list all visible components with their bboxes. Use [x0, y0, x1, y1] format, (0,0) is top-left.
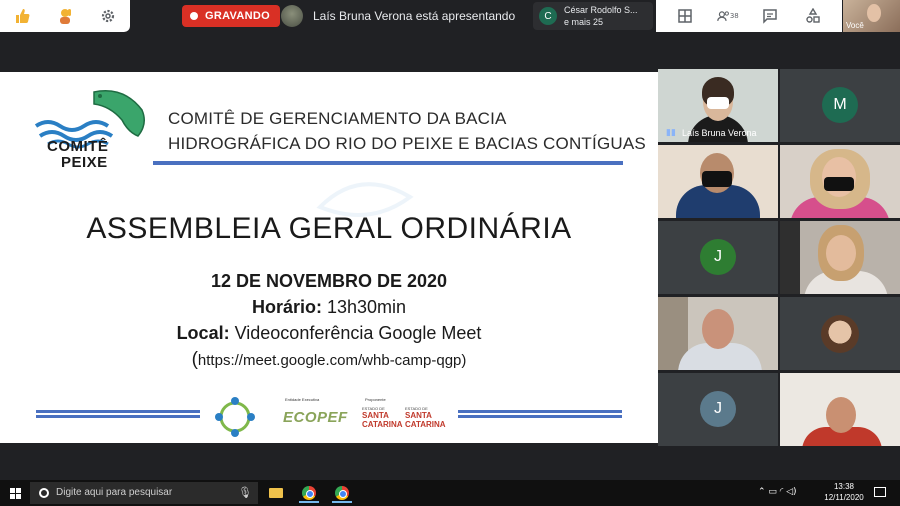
raise-hand-icon[interactable]: [54, 5, 76, 27]
participant-tile-man-mask[interactable]: [658, 145, 778, 218]
ecopef-logo-text: ECOPEF: [283, 409, 348, 426]
activities-icon[interactable]: [802, 5, 824, 27]
slide-title: ASSEMBLEIA GERAL ORDINÁRIA: [86, 212, 572, 245]
top-bar: GRAVANDO Laís Bruna Verona está apresent…: [0, 0, 900, 32]
participant-tile-woman-glasses[interactable]: [780, 221, 900, 294]
chip-name: César Rodolfo S...: [564, 5, 638, 15]
participant-tile-m[interactable]: M: [780, 69, 900, 142]
top-left-controls: [0, 0, 130, 32]
participant-tile-j1[interactable]: J: [658, 221, 778, 294]
logo-text-peixe: PEIXE: [61, 154, 108, 171]
search-icon: [39, 488, 49, 498]
gear-icon[interactable]: [97, 5, 119, 27]
footer-stripe-right: [458, 410, 622, 421]
time-value: 13h30min: [326, 297, 407, 317]
avatar-j: J: [700, 239, 736, 275]
participant-tile-man-red[interactable]: [780, 373, 900, 446]
slide-meet-link: (https://meet.google.com/whb-camp-qgp): [0, 349, 658, 371]
file-explorer-icon[interactable]: [262, 483, 290, 503]
exec-entity-label: Entidade Executiva: [285, 397, 320, 402]
sc2-name2: CATARINA: [405, 420, 446, 429]
self-view-tile[interactable]: Você: [843, 0, 900, 32]
participant-tile-woman-blonde[interactable]: [780, 145, 900, 218]
presentation-slide: COMITÊ PEIXE COMITÊ DE GERENCIAMENTO DA …: [0, 72, 658, 443]
sc1-name2: CATARINA: [362, 420, 403, 429]
chrome-icon[interactable]: [295, 483, 323, 503]
logo-text-comite: COMITÊ: [47, 138, 109, 155]
participant-tile-photo[interactable]: [780, 297, 900, 370]
org-name-line2: HIDROGRÁFICA DO RIO DO PEIXE E BACIAS CO…: [168, 134, 646, 153]
chrome-icon-2[interactable]: [328, 483, 356, 503]
meet-window: GRAVANDO Laís Bruna Verona está apresent…: [0, 0, 900, 506]
chat-icon[interactable]: [759, 5, 781, 27]
time-label: Horário:: [251, 297, 322, 317]
place-value: Videoconferência Google Meet: [234, 323, 482, 343]
avatar-j2: J: [700, 391, 736, 427]
partner-logo-circle: [215, 397, 255, 437]
org-name-line1: COMITÊ DE GERENCIAMENTO DA BACIA: [168, 109, 507, 128]
notification-icon[interactable]: [874, 487, 886, 497]
place-label: Local:: [176, 323, 230, 343]
chip-avatar: C: [539, 7, 557, 25]
search-placeholder: Digite aqui para pesquisar: [56, 487, 173, 498]
slide-place: Local: Videoconferência Google Meet: [0, 323, 658, 344]
participant-name: Laís Bruna Verona: [682, 128, 757, 138]
participant-tile-j2[interactable]: J: [658, 373, 778, 446]
self-label: Você: [846, 21, 864, 30]
taskbar-search[interactable]: Digite aqui para pesquisar 🎙: [30, 482, 258, 504]
sc-logo-2: ESTADO DE SANTA CATARINA: [405, 406, 447, 432]
slide-time: Horário: 13h30min: [0, 297, 658, 318]
participant-photo-avatar: [821, 315, 859, 353]
taskbar-date[interactable]: 12/11/2020: [823, 493, 865, 502]
system-tray-icons[interactable]: ⌃ ▭ ◜ ◁): [758, 487, 797, 497]
link-paren-close: ): [461, 352, 467, 369]
meet-link-text: https://meet.google.com/whb-camp-qgp: [197, 352, 462, 369]
participant-tile-presenter[interactable]: ▮▮ Laís Bruna Verona: [658, 69, 778, 142]
thumbs-up-icon[interactable]: [11, 5, 33, 27]
people-icon[interactable]: 38: [716, 5, 739, 27]
top-right-controls: 38: [656, 0, 842, 32]
proponent-label: Proponente: [365, 397, 386, 402]
chip-more: e mais 25: [564, 17, 604, 27]
slide-date: 12 DE NOVEMBRO DE 2020: [210, 271, 448, 291]
sc-logo-1: ESTADO DE SANTA CATARINA: [362, 406, 404, 432]
presenter-status-text: Laís Bruna Verona está apresentando: [313, 9, 516, 23]
record-dot-icon: [190, 12, 198, 20]
recording-label: GRAVANDO: [205, 10, 270, 22]
self-face: [867, 4, 881, 22]
footer-stripe-left: [36, 410, 200, 421]
sc1-name1: SANTA: [362, 411, 389, 420]
org-underline: [153, 161, 623, 165]
participant-tile-man-office[interactable]: [658, 297, 778, 370]
presenter-avatar: [281, 5, 303, 27]
recording-badge: GRAVANDO: [182, 5, 280, 27]
avatar-m: M: [822, 87, 858, 123]
sc2-name1: SANTA: [405, 411, 432, 420]
taskbar-time[interactable]: 13:38: [830, 482, 858, 491]
grid-view-icon[interactable]: [674, 5, 696, 27]
participants-chip[interactable]: C César Rodolfo S... e mais 25: [533, 2, 653, 30]
windows-start-icon[interactable]: [10, 488, 21, 499]
microphone-icon[interactable]: 🎙: [238, 486, 252, 499]
mic-active-icon: ▮▮: [666, 128, 676, 138]
windows-taskbar: Digite aqui para pesquisar 🎙 ⌃ ▭ ◜ ◁) 13…: [0, 480, 900, 506]
people-count: 38: [729, 12, 739, 20]
